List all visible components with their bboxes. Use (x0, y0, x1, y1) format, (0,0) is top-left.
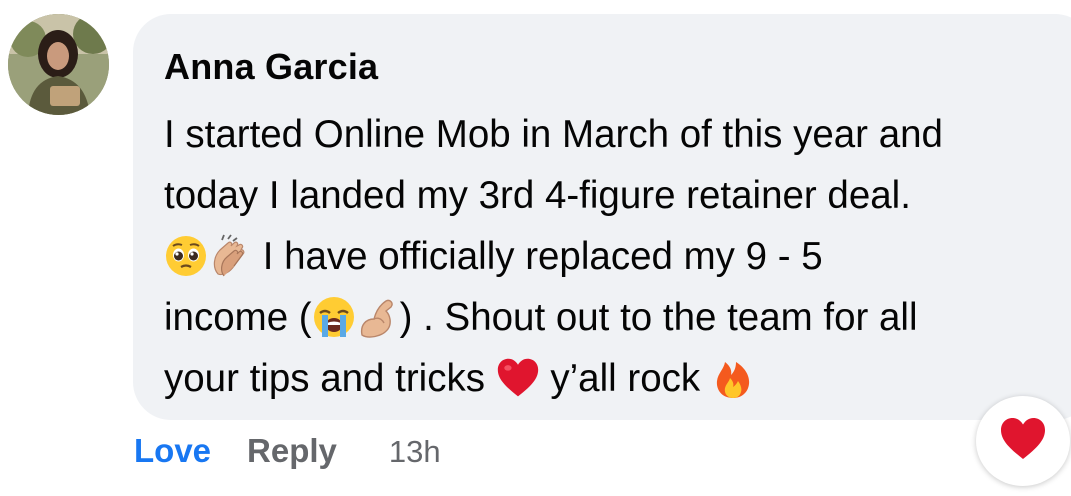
comment-actions: Love Reply 13h (134, 432, 441, 470)
avatar[interactable] (8, 14, 109, 115)
heart-reaction-icon (999, 417, 1047, 466)
comment-card: Anna Garcia I started Online Mob in Marc… (0, 0, 1071, 496)
comment-text-segment: I have officially replaced my 9 - 5 (252, 235, 823, 278)
fire-icon (711, 356, 755, 400)
comment-text-segment: ) . Shout out to the team for all (399, 296, 918, 339)
pleading-face-icon (164, 234, 208, 278)
comment-line: today I landed my 3rd 4-figure retainer … (164, 165, 1044, 226)
red-heart-icon (496, 356, 540, 400)
comment-text-segment: I started Online Mob in March of this ye… (164, 113, 943, 156)
comment-line: income ( ) . Shout out to the team for al… (164, 287, 1044, 348)
crying-face-icon (312, 295, 356, 339)
comment-text-segment: income ( (164, 296, 312, 339)
clapping-hands-icon (208, 234, 252, 278)
comment-text-segment: y’all rock (539, 357, 711, 400)
timestamp[interactable]: 13h (389, 434, 441, 469)
comment-line: I started Online Mob in March of this ye… (164, 104, 1044, 165)
comment-text-segment: today I landed my 3rd 4-figure retainer … (164, 174, 911, 217)
comment-text-segment: your tips and tricks (164, 357, 496, 400)
author-name[interactable]: Anna Garcia (164, 46, 378, 88)
flexed-biceps-icon (356, 295, 400, 339)
reply-button[interactable]: Reply (247, 432, 337, 469)
comment-line: I have officially replaced my 9 - 5 (164, 226, 1044, 287)
comment-text: I started Online Mob in March of this ye… (164, 104, 1044, 409)
comment-line: your tips and tricks y’all rock (164, 348, 1044, 409)
reaction-badge[interactable] (976, 396, 1070, 486)
love-button[interactable]: Love (134, 432, 211, 469)
